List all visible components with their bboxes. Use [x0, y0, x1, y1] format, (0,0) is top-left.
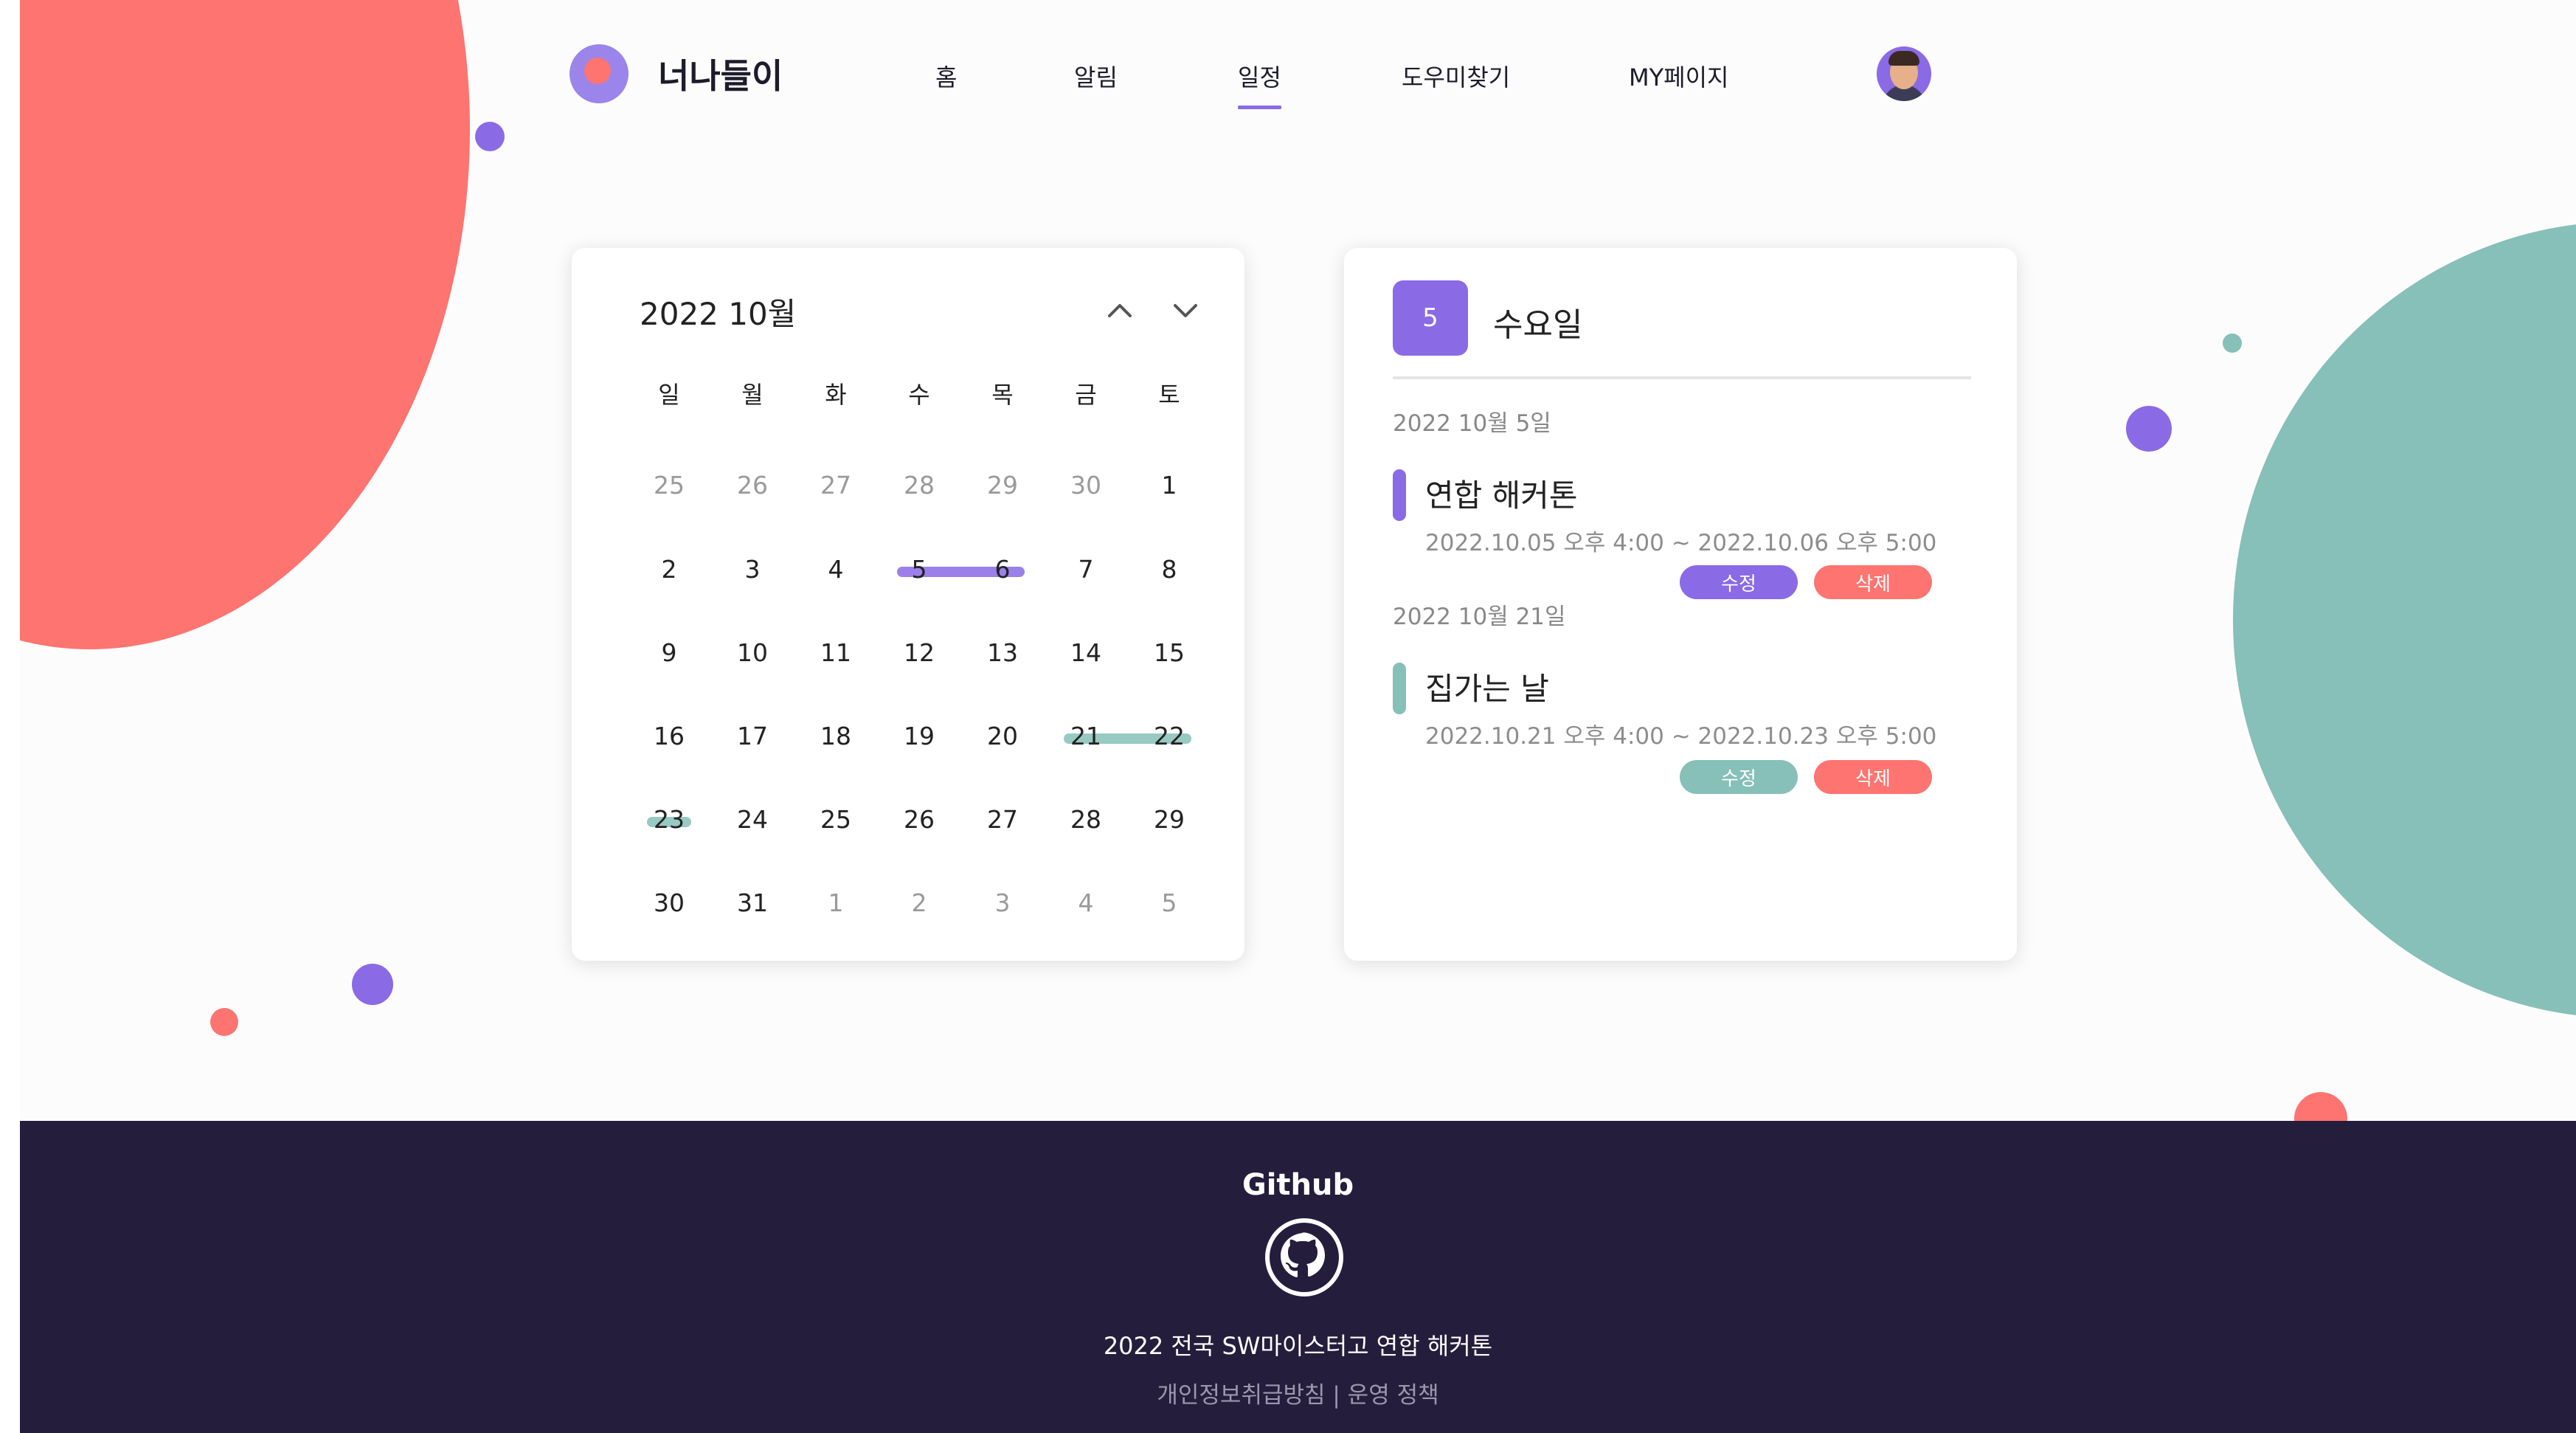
calendar-day[interactable]: 9: [640, 638, 699, 667]
decorative-dot: [210, 1008, 238, 1036]
calendar-day[interactable]: 30: [1056, 471, 1115, 500]
decorative-dot: [475, 122, 505, 151]
calendar-day[interactable]: 30: [640, 888, 699, 917]
event-time-range: 2022.10.05 오후 4:00 ~ 2022.10.06 오후 5:00: [1425, 530, 1937, 556]
event-color-strip: [1393, 469, 1406, 521]
calendar-day[interactable]: 6: [973, 555, 1032, 584]
calendar-day[interactable]: 5: [890, 555, 949, 584]
event-group-date: 2022 10월 5일: [1393, 410, 1551, 437]
footer-event-name: 2022 전국 SW마이스터고 연합 해커톤: [1103, 1332, 1493, 1360]
decorative-circle-teal: [2233, 221, 2576, 1018]
decorative-dot: [2223, 334, 2242, 353]
edit-button[interactable]: 수정: [1680, 565, 1798, 599]
weekday-label: 일: [658, 381, 680, 409]
footer: Github 2022 전국 SW마이스터고 연합 해커톤 개인정보취급방침 |…: [20, 1121, 2576, 1433]
avatar[interactable]: [1877, 46, 1931, 101]
footer-title: Github: [1242, 1168, 1354, 1202]
decorative-dot: [2126, 406, 2172, 452]
calendar-day[interactable]: 1: [806, 888, 865, 917]
calendar-day[interactable]: 13: [973, 638, 1032, 667]
nav-item-schedule[interactable]: 일정: [1238, 59, 1281, 109]
github-icon[interactable]: [1264, 1217, 1345, 1298]
schedule-detail-card: 5 수요일 2022 10월 5일 연합 해커톤 2022.10.05 오후 4…: [1344, 248, 2017, 961]
weekday-label: 화: [825, 381, 847, 409]
calendar-day[interactable]: 31: [723, 888, 782, 917]
calendar-day[interactable]: 4: [1056, 888, 1115, 917]
calendar-day[interactable]: 28: [1056, 805, 1115, 834]
weekday-label: 목: [991, 381, 1014, 409]
calendar-month-title: 2022 10월: [640, 296, 797, 332]
nav-item-alerts[interactable]: 알림: [1074, 59, 1118, 93]
calendar-day[interactable]: 25: [640, 471, 699, 500]
delete-button[interactable]: 삭제: [1814, 760, 1932, 794]
calendar-day[interactable]: 15: [1140, 638, 1199, 667]
selected-date-badge: 5: [1393, 280, 1468, 356]
calendar-day[interactable]: 7: [1056, 555, 1115, 584]
divider: [1393, 376, 1971, 379]
calendar-day[interactable]: 19: [890, 722, 949, 750]
calendar-day[interactable]: 26: [890, 805, 949, 834]
calendar-day[interactable]: 1: [1140, 471, 1199, 500]
calendar-day[interactable]: 4: [806, 555, 865, 584]
nav-item-find-helper[interactable]: 도우미찾기: [1402, 59, 1510, 93]
decorative-dot: [352, 964, 393, 1005]
event-title: 연합 해커톤: [1425, 477, 1578, 514]
calendar-day[interactable]: 29: [1140, 805, 1199, 834]
delete-button[interactable]: 삭제: [1814, 565, 1932, 599]
calendar-day[interactable]: 12: [890, 638, 949, 667]
weekday-label: 금: [1075, 381, 1097, 409]
weekday-label: 수: [908, 381, 930, 409]
weekday-label: 월: [741, 381, 764, 409]
calendar-card: 2022 10월 일월화수목금토 25 26 27 28 29 30 1 2 3 4 5 6 7 8 9 10…: [572, 248, 1244, 961]
calendar-day[interactable]: 10: [723, 638, 782, 667]
calendar-day[interactable]: 24: [723, 805, 782, 834]
calendar-day[interactable]: 16: [640, 722, 699, 750]
event-time-range: 2022.10.21 오후 4:00 ~ 2022.10.23 오후 5:00: [1425, 723, 1937, 750]
calendar-day[interactable]: 21: [1056, 722, 1115, 750]
calendar-day[interactable]: 20: [973, 722, 1032, 750]
main-nav: 홈 알림 일정 도우미찾기 MY페이지: [0, 59, 2576, 109]
calendar-day[interactable]: 28: [890, 471, 949, 500]
calendar-day[interactable]: 3: [973, 888, 1032, 917]
calendar-day[interactable]: 2: [640, 555, 699, 584]
event-group-date: 2022 10월 21일: [1393, 604, 1566, 630]
calendar-day[interactable]: 25: [806, 805, 865, 834]
calendar-day[interactable]: 5: [1140, 888, 1199, 917]
calendar-day[interactable]: 27: [973, 805, 1032, 834]
calendar-day[interactable]: 2: [890, 888, 949, 917]
chevron-down-icon[interactable]: [1171, 295, 1200, 325]
event-title: 집가는 날: [1425, 671, 1549, 707]
calendar-day[interactable]: 8: [1140, 555, 1199, 584]
calendar-day[interactable]: 27: [806, 471, 865, 500]
chevron-up-icon[interactable]: [1105, 295, 1135, 325]
calendar-day[interactable]: 11: [806, 638, 865, 667]
calendar-day[interactable]: 26: [723, 471, 782, 500]
event-color-strip: [1393, 663, 1406, 714]
calendar-day[interactable]: 18: [806, 722, 865, 750]
calendar-day[interactable]: 3: [723, 555, 782, 584]
nav-item-mypage[interactable]: MY페이지: [1629, 59, 1728, 93]
selected-weekday: 수요일: [1493, 306, 1583, 344]
calendar-day[interactable]: 17: [723, 722, 782, 750]
edit-button[interactable]: 수정: [1680, 760, 1798, 794]
calendar-day[interactable]: 29: [973, 471, 1032, 500]
footer-policy-links[interactable]: 개인정보취급방침 | 운영 정책: [20, 1376, 2576, 1409]
calendar-day[interactable]: 22: [1140, 722, 1199, 750]
calendar-day[interactable]: 23: [640, 805, 699, 834]
nav-item-home[interactable]: 홈: [935, 59, 957, 93]
weekday-label: 토: [1158, 381, 1180, 409]
calendar-day[interactable]: 14: [1056, 638, 1115, 667]
